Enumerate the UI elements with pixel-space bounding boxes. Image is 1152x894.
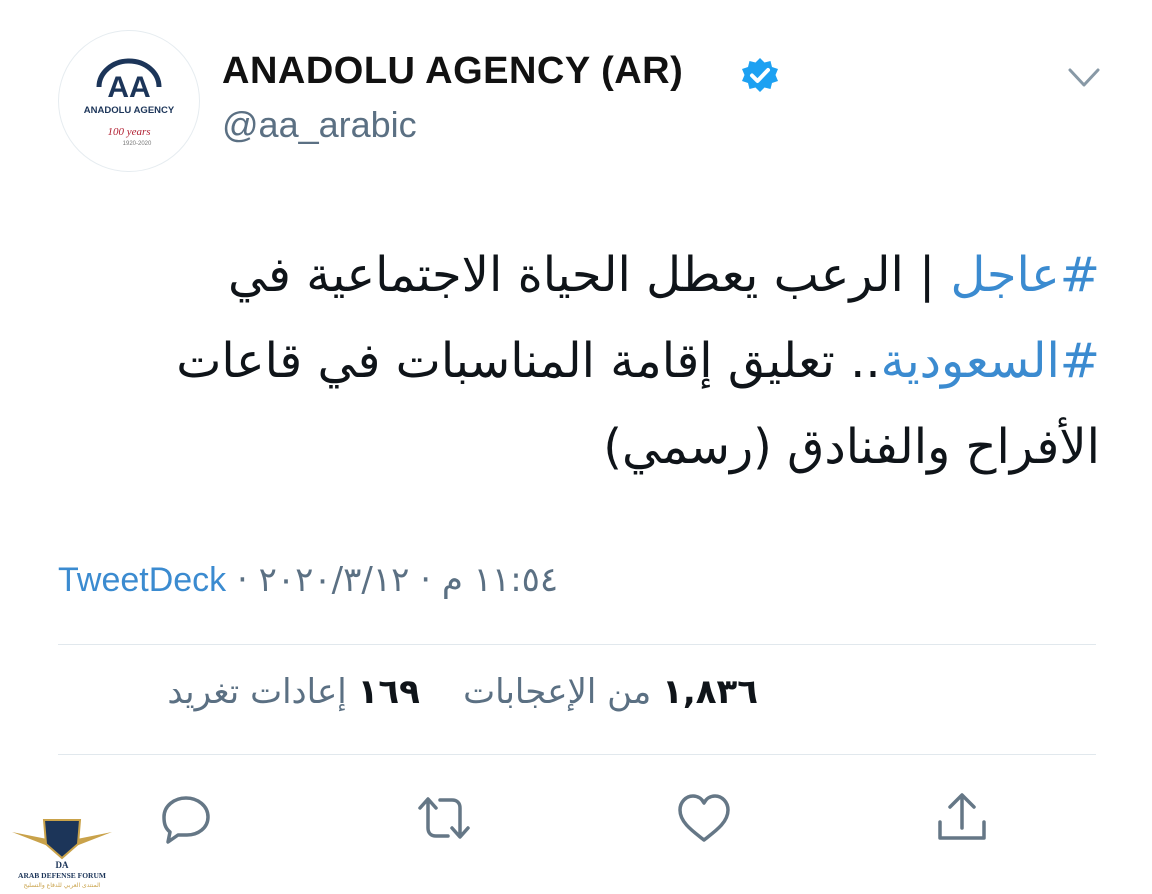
- tweet-time[interactable]: ١١:٥٤ م: [442, 560, 558, 600]
- tweet-stats: ١,٨٣٦ من الإعجابات ١٦٩ إعادات تغريد: [58, 672, 758, 728]
- share-icon: [938, 793, 986, 840]
- meta-separator: ·: [420, 560, 431, 600]
- reply-button[interactable]: [156, 788, 216, 848]
- hashtag-breaking[interactable]: #عاجل: [950, 247, 1100, 303]
- tweet-meta: TweetDeck · ٢٠٢٠/٣/١٢ · ١١:٥٤ م: [58, 560, 758, 610]
- like-icon: [678, 794, 730, 842]
- display-name[interactable]: ANADOLU AGENCY (AR): [222, 50, 683, 93]
- retweets-label: إعادات تغريد: [167, 672, 347, 712]
- hashtag-saudi[interactable]: #السعودية: [881, 333, 1100, 389]
- avatar-logo-text: AA: [107, 71, 150, 104]
- tweet-text: #عاجل | الرعب يعطل الحياة الاجتماعية في …: [60, 232, 1100, 490]
- arab-defense-forum-logo: DA ARAB DEFENSE FORUM المنتدى العربي للد…: [12, 819, 112, 889]
- divider: [58, 644, 1096, 645]
- likes-stat[interactable]: ١,٨٣٦ من الإعجابات: [463, 672, 758, 712]
- watermark-subtitle: المنتدى العربي للدفاع والتسليح: [24, 882, 101, 889]
- chevron-down-icon[interactable]: [1062, 58, 1106, 98]
- avatar[interactable]: AA ANADOLU AGENCY 100 years 1920-2020: [58, 30, 200, 172]
- tweet-text-part-1: | الرعب يعطل الحياة الاجتماعية في: [228, 247, 951, 303]
- watermark: DA ARAB DEFENSE FORUM المنتدى العربي للد…: [2, 810, 122, 890]
- watermark-title: ARAB DEFENSE FORUM: [18, 871, 106, 880]
- retweet-button[interactable]: [414, 788, 474, 848]
- likes-count: ١,٨٣٦: [662, 672, 758, 712]
- retweets-stat[interactable]: ١٦٩ إعادات تغريد: [167, 672, 420, 712]
- retweets-count: ١٦٩: [357, 672, 420, 712]
- reply-icon: [162, 796, 210, 844]
- tweet-date[interactable]: ٢٠٢٠/٣/١٢: [259, 560, 410, 600]
- watermark-logo-text: DA: [56, 860, 69, 870]
- like-button[interactable]: [674, 788, 734, 848]
- avatar-years-text: 100 years: [107, 126, 150, 138]
- verified-badge-icon: [742, 58, 778, 92]
- handle[interactable]: @aa_arabic: [222, 104, 417, 146]
- divider: [58, 754, 1096, 755]
- anadolu-agency-logo: AA ANADOLU AGENCY 100 years 1920-2020: [84, 58, 175, 147]
- meta-separator: ·: [237, 560, 248, 600]
- source-link[interactable]: TweetDeck: [58, 561, 226, 599]
- retweet-icon: [418, 797, 470, 839]
- avatar-dates-text: 1920-2020: [123, 141, 152, 147]
- likes-label: من الإعجابات: [463, 672, 652, 712]
- avatar-org-text: ANADOLU AGENCY: [84, 105, 175, 116]
- share-button[interactable]: [932, 788, 992, 848]
